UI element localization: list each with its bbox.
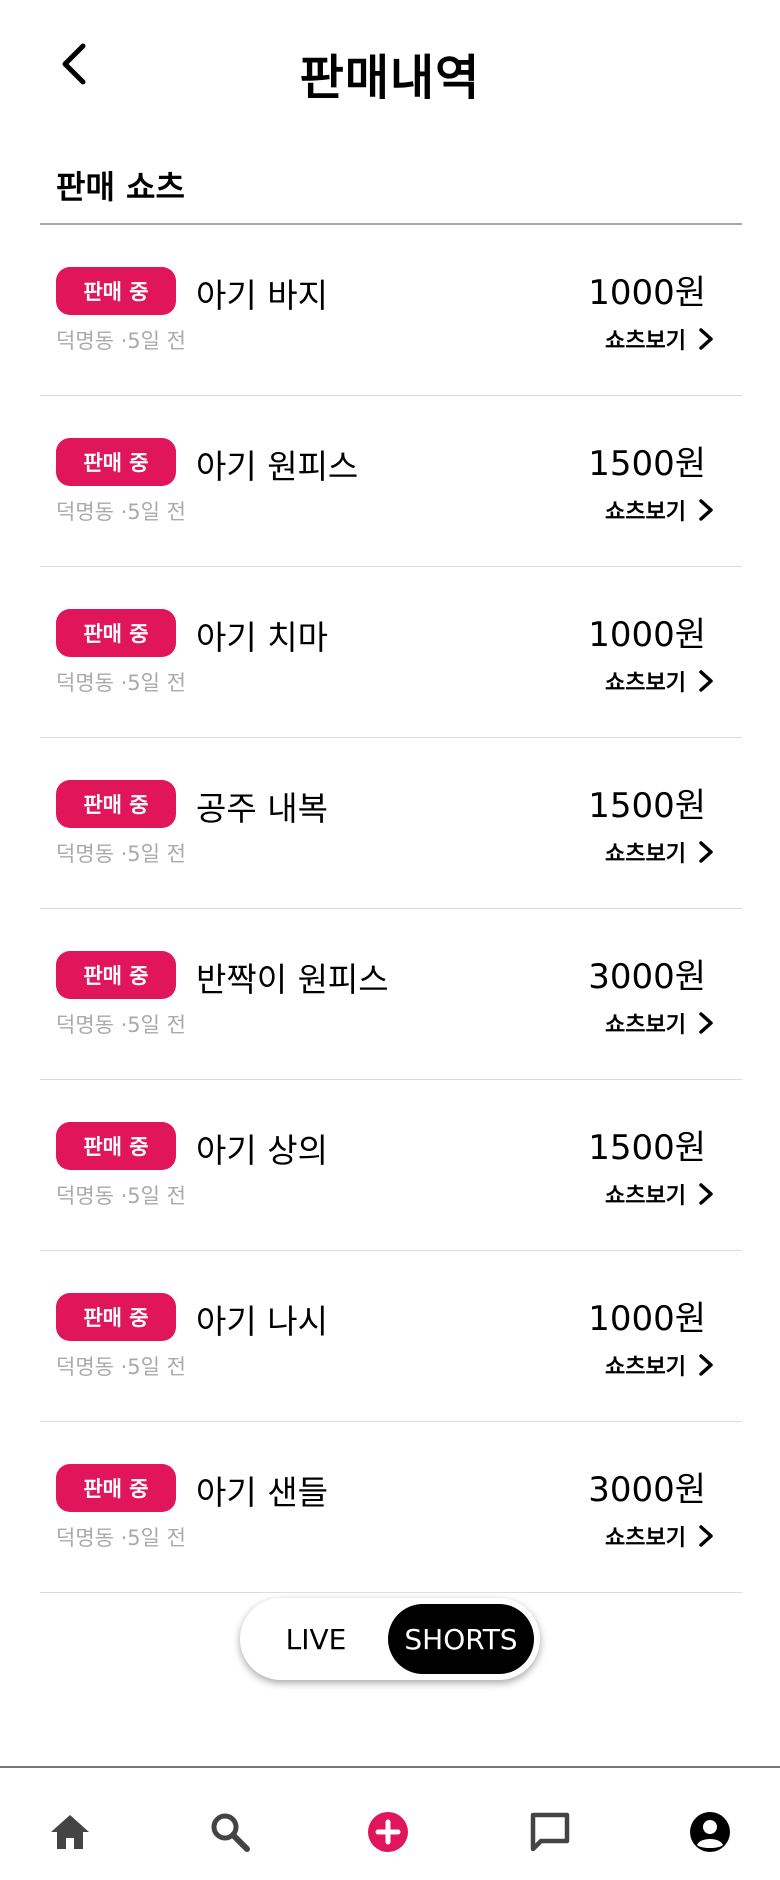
item-meta: 덕명동 ·5일 전: [56, 500, 186, 524]
view-shorts-link[interactable]: 쇼츠보기: [605, 1520, 714, 1552]
live-shorts-toggle: LIVE SHORTS: [240, 1598, 540, 1680]
item-title: 아기 원피스: [196, 447, 359, 486]
view-shorts-label: 쇼츠보기: [605, 842, 686, 867]
chevron-right-icon: [699, 1183, 713, 1205]
item-price: 1500원: [588, 1128, 706, 1168]
tab-profile[interactable]: [680, 1802, 740, 1862]
status-badge: 판매 중: [56, 780, 176, 828]
status-badge: 판매 중: [56, 609, 176, 657]
tab-chat[interactable]: [520, 1802, 580, 1862]
view-shorts-label: 쇼츠보기: [605, 1013, 686, 1038]
item-price: 3000원: [588, 957, 706, 997]
item-price: 3000원: [588, 1470, 706, 1510]
view-shorts-link[interactable]: 쇼츠보기: [605, 665, 714, 697]
status-badge: 판매 중: [56, 951, 176, 999]
list-item[interactable]: 판매 중 아기 원피스 덕명동 ·5일 전 1500원 쇼츠보기: [40, 396, 742, 567]
item-title: 아기 치마: [196, 618, 328, 657]
item-title: 아기 샌들: [196, 1473, 328, 1512]
list-item[interactable]: 판매 중 반짝이 원피스 덕명동 ·5일 전 3000원 쇼츠보기: [40, 909, 742, 1080]
item-title: 아기 바지: [196, 276, 328, 315]
chat-icon: [530, 1812, 570, 1852]
list-item[interactable]: 판매 중 아기 샌들 덕명동 ·5일 전 3000원 쇼츠보기: [40, 1422, 742, 1593]
profile-icon: [690, 1812, 730, 1852]
chevron-right-icon: [699, 328, 713, 350]
toggle-live-button[interactable]: LIVE: [246, 1604, 386, 1674]
item-price: 1500원: [588, 444, 706, 484]
toggle-shorts-button[interactable]: SHORTS: [388, 1604, 534, 1674]
status-badge: 판매 중: [56, 1122, 176, 1170]
page-title: 판매내역: [299, 50, 481, 106]
view-shorts-link[interactable]: 쇼츠보기: [605, 1349, 714, 1381]
header: 판매내역: [0, 0, 780, 140]
view-shorts-label: 쇼츠보기: [605, 1355, 686, 1380]
section-title: 판매 쇼츠: [56, 168, 185, 206]
add-icon: [368, 1812, 408, 1852]
list-item[interactable]: 판매 중 아기 상의 덕명동 ·5일 전 1500원 쇼츠보기: [40, 1080, 742, 1251]
chevron-right-icon: [699, 670, 713, 692]
item-title: 아기 상의: [196, 1131, 328, 1170]
item-meta: 덕명동 ·5일 전: [56, 1013, 186, 1037]
status-badge: 판매 중: [56, 1293, 176, 1341]
chevron-right-icon: [699, 1012, 713, 1034]
home-icon: [51, 1815, 89, 1849]
item-title: 반짝이 원피스: [196, 960, 389, 999]
item-price: 1000원: [588, 1299, 706, 1339]
item-meta: 덕명동 ·5일 전: [56, 671, 186, 695]
tab-add[interactable]: [358, 1802, 418, 1862]
status-badge: 판매 중: [56, 1464, 176, 1512]
view-shorts-link[interactable]: 쇼츠보기: [605, 1178, 714, 1210]
item-meta: 덕명동 ·5일 전: [56, 1184, 186, 1208]
view-shorts-label: 쇼츠보기: [605, 1526, 686, 1551]
item-meta: 덕명동 ·5일 전: [56, 329, 186, 353]
tab-home[interactable]: [40, 1802, 100, 1862]
item-meta: 덕명동 ·5일 전: [56, 1526, 186, 1550]
item-title: 아기 나시: [196, 1302, 328, 1341]
item-meta: 덕명동 ·5일 전: [56, 842, 186, 866]
list-item[interactable]: 판매 중 공주 내복 덕명동 ·5일 전 1500원 쇼츠보기: [40, 738, 742, 909]
tab-search[interactable]: [200, 1802, 260, 1862]
search-icon: [211, 1813, 250, 1852]
list-item[interactable]: 판매 중 아기 치마 덕명동 ·5일 전 1000원 쇼츠보기: [40, 567, 742, 738]
chevron-right-icon: [699, 841, 713, 863]
item-price: 1000원: [588, 615, 706, 655]
view-shorts-link[interactable]: 쇼츠보기: [605, 1007, 714, 1039]
item-price: 1500원: [588, 786, 706, 826]
view-shorts-label: 쇼츠보기: [605, 671, 686, 696]
sales-list: 판매 중 아기 바지 덕명동 ·5일 전 1000원 쇼츠보기 판매 중 아기 …: [40, 225, 742, 1593]
view-shorts-link[interactable]: 쇼츠보기: [605, 323, 714, 355]
list-item[interactable]: 판매 중 아기 바지 덕명동 ·5일 전 1000원 쇼츠보기: [40, 225, 742, 396]
chevron-right-icon: [699, 499, 713, 521]
list-item[interactable]: 판매 중 아기 나시 덕명동 ·5일 전 1000원 쇼츠보기: [40, 1251, 742, 1422]
item-meta: 덕명동 ·5일 전: [56, 1355, 186, 1379]
item-title: 공주 내복: [196, 789, 328, 828]
view-shorts-label: 쇼츠보기: [605, 1184, 686, 1209]
chevron-right-icon: [699, 1354, 713, 1376]
status-badge: 판매 중: [56, 267, 176, 315]
item-price: 1000원: [588, 273, 706, 313]
view-shorts-link[interactable]: 쇼츠보기: [605, 836, 714, 868]
view-shorts-label: 쇼츠보기: [605, 329, 686, 354]
view-shorts-label: 쇼츠보기: [605, 500, 686, 525]
view-shorts-link[interactable]: 쇼츠보기: [605, 494, 714, 526]
chevron-right-icon: [699, 1525, 713, 1547]
bottom-tab-bar: [0, 1766, 780, 1880]
status-badge: 판매 중: [56, 438, 176, 486]
